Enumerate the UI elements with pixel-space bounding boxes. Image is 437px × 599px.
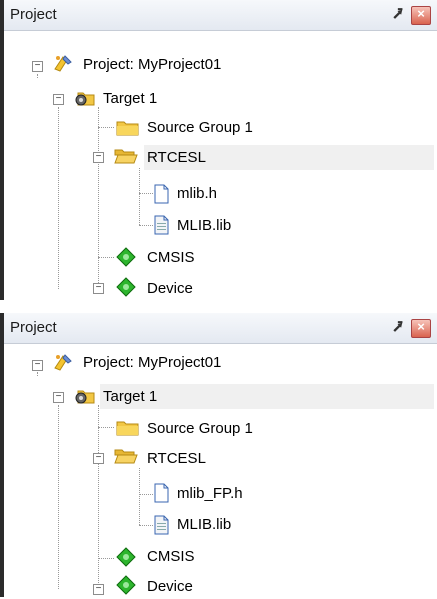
pin-icon[interactable]: ⭷ bbox=[393, 317, 403, 344]
target-icon bbox=[72, 87, 95, 106]
collapse-toggle[interactable]: − bbox=[32, 360, 43, 371]
collapse-toggle[interactable]: − bbox=[93, 453, 104, 464]
project-panel-bottom: Project ⭷ × − Project: MyProject01 − Tar… bbox=[0, 313, 437, 597]
tree-item-file[interactable]: mlib.h bbox=[174, 181, 220, 206]
tree-item-label: CMSIS bbox=[147, 548, 195, 565]
close-icon: × bbox=[417, 319, 425, 334]
header-file-icon bbox=[153, 483, 173, 503]
software-component-icon bbox=[116, 247, 136, 267]
panel-titlebar: Project ⭷ × bbox=[4, 313, 437, 344]
pin-icon[interactable]: ⭷ bbox=[393, 4, 403, 31]
collapse-toggle[interactable]: − bbox=[32, 61, 43, 72]
tree-item-label: Project: MyProject01 bbox=[83, 56, 222, 73]
folder-icon bbox=[116, 419, 139, 437]
tree-item-device[interactable]: Device bbox=[144, 276, 196, 301]
tree-item-label: Device bbox=[147, 578, 193, 595]
folder-icon bbox=[116, 119, 139, 137]
project-icon bbox=[52, 352, 72, 371]
tree-item-file[interactable]: MLIB.lib bbox=[174, 213, 234, 238]
project-icon bbox=[52, 53, 72, 72]
tree-item-label: MLIB.lib bbox=[177, 217, 232, 234]
library-file-icon bbox=[153, 515, 173, 535]
tree-item-project[interactable]: Project: MyProject01 bbox=[80, 52, 224, 77]
tree-item-label: mlib.h bbox=[177, 185, 218, 202]
tree-item-label: Project: MyProject01 bbox=[83, 354, 222, 371]
tree-item-label: MLIB.lib bbox=[177, 516, 232, 533]
close-icon: × bbox=[417, 6, 425, 21]
tree-item-device[interactable]: Device bbox=[144, 574, 196, 599]
tree-item-label: Source Group 1 bbox=[147, 119, 253, 136]
tree-item-label: RTCESL bbox=[147, 149, 206, 166]
close-button[interactable]: × bbox=[411, 6, 431, 25]
software-component-icon bbox=[116, 277, 136, 297]
tree-item-label: Target 1 bbox=[103, 388, 158, 405]
tree-item-source-group[interactable]: Source Group 1 bbox=[144, 115, 256, 140]
panel-edge bbox=[0, 313, 4, 597]
close-button[interactable]: × bbox=[411, 319, 431, 338]
tree-item-cmsis[interactable]: CMSIS bbox=[144, 544, 198, 569]
open-folder-icon bbox=[114, 147, 138, 165]
tree-item-label: Device bbox=[147, 280, 193, 297]
software-component-icon bbox=[116, 547, 136, 567]
target-icon bbox=[72, 385, 95, 404]
tree-item-label: RTCESL bbox=[147, 450, 206, 467]
software-component-icon bbox=[116, 575, 136, 595]
panel-titlebar: Project ⭷ × bbox=[4, 0, 437, 31]
header-file-icon bbox=[153, 184, 173, 204]
tree-item-label: Target 1 bbox=[103, 90, 158, 107]
expand-toggle[interactable]: − bbox=[93, 584, 104, 595]
project-panel-top: Project ⭷ × − Project: MyProject01 − Tar… bbox=[0, 0, 437, 300]
collapse-toggle[interactable]: − bbox=[53, 392, 64, 403]
tree-item-project[interactable]: Project: MyProject01 bbox=[80, 350, 224, 375]
tree-item-label: Source Group 1 bbox=[147, 420, 253, 437]
panel-title: Project bbox=[10, 319, 57, 336]
open-folder-icon bbox=[114, 447, 138, 465]
tree-item-source-group[interactable]: Source Group 1 bbox=[144, 416, 256, 441]
tree-item-file[interactable]: MLIB.lib bbox=[174, 512, 234, 537]
panel-edge bbox=[0, 0, 4, 300]
tree-item-target[interactable]: Target 1 bbox=[100, 86, 160, 111]
collapse-toggle[interactable]: − bbox=[93, 152, 104, 163]
expand-toggle[interactable]: − bbox=[93, 283, 104, 294]
tree-item-rtcesl[interactable]: RTCESL bbox=[144, 446, 209, 471]
tree-item-label: mlib_FP.h bbox=[177, 485, 243, 502]
library-file-icon bbox=[153, 215, 173, 235]
tree-item-cmsis[interactable]: CMSIS bbox=[144, 245, 198, 270]
collapse-toggle[interactable]: − bbox=[53, 94, 64, 105]
panel-title: Project bbox=[10, 6, 57, 23]
tree-item-label: CMSIS bbox=[147, 249, 195, 266]
tree-item-file[interactable]: mlib_FP.h bbox=[174, 481, 246, 506]
tree-item-rtcesl[interactable]: RTCESL bbox=[144, 145, 434, 170]
tree-item-target[interactable]: Target 1 bbox=[100, 384, 434, 409]
